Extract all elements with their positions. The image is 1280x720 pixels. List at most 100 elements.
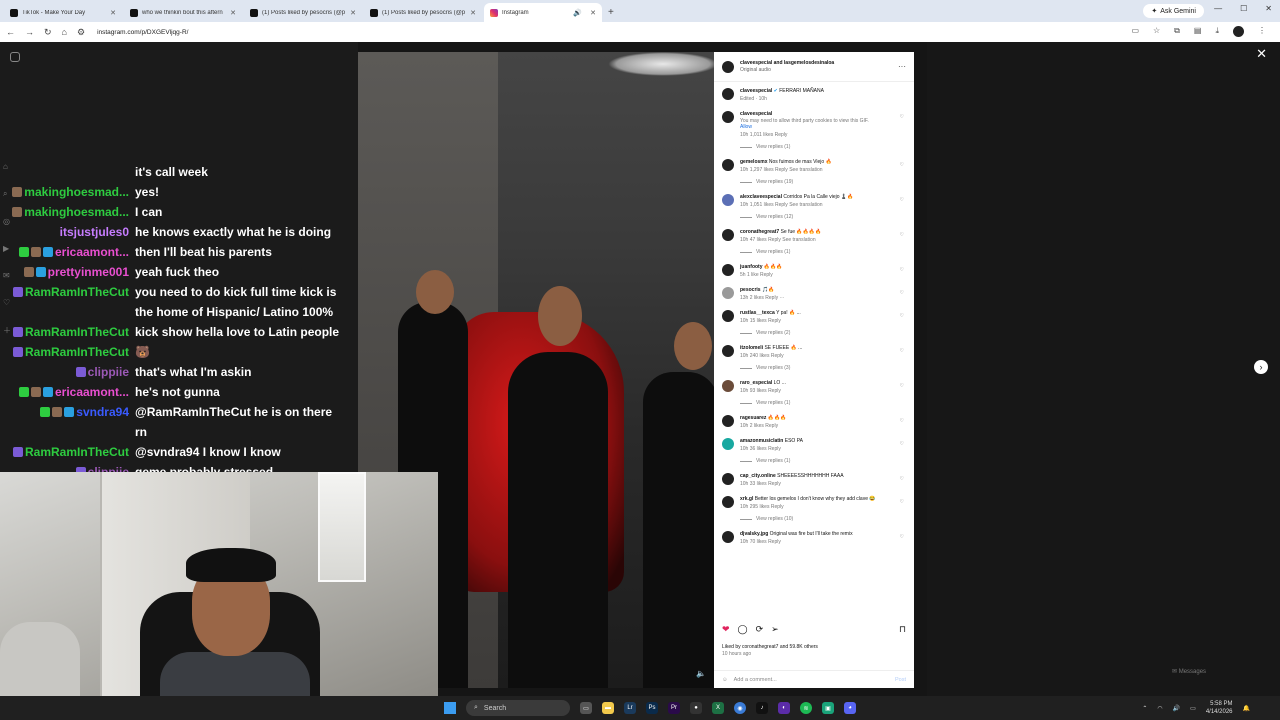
comment-meta[interactable]: 10h 295 likes Reply bbox=[740, 504, 906, 511]
next-post-icon[interactable]: › bbox=[1254, 360, 1268, 374]
tab-x-2[interactable]: (1) Posts liked by pesocris (@p ✕ bbox=[364, 3, 482, 22]
profile-avatar[interactable] bbox=[1233, 26, 1244, 37]
chat-username[interactable]: makinghoesmad... bbox=[0, 182, 135, 202]
commenter-name[interactable]: gemelosmx bbox=[740, 159, 768, 165]
comment-like-icon[interactable]: ♡ bbox=[900, 162, 904, 168]
view-replies-button[interactable]: View replies (12) bbox=[740, 214, 906, 220]
photoshop-icon[interactable]: Ps bbox=[646, 702, 658, 714]
commenter-avatar[interactable] bbox=[722, 310, 734, 322]
comment-like-icon[interactable]: ♡ bbox=[900, 232, 904, 238]
liked-by-text[interactable]: Liked by coronathegreat7 and 59.8K other… bbox=[722, 644, 906, 651]
commenter-avatar[interactable] bbox=[722, 496, 734, 508]
lightroom-icon[interactable]: Lr bbox=[624, 702, 636, 714]
tab-instagram[interactable]: Instagram 🔊 ✕ bbox=[484, 3, 602, 22]
task-view-icon[interactable]: ▭ bbox=[580, 702, 592, 714]
download-icon[interactable]: ⤓ bbox=[1215, 26, 1219, 37]
comment-meta[interactable]: 10h 70 likes Reply bbox=[740, 539, 906, 546]
view-replies-button[interactable]: View replies (1) bbox=[740, 249, 906, 255]
commenter-avatar[interactable] bbox=[722, 159, 734, 171]
ask-gemini-button[interactable]: ✦ Ask Gemini bbox=[1143, 4, 1204, 18]
close-tab-icon[interactable]: ✕ bbox=[470, 9, 476, 17]
comment-like-icon[interactable]: ♡ bbox=[900, 476, 904, 482]
caption-user[interactable]: claveespecial bbox=[740, 88, 772, 94]
instagram-logo-icon[interactable] bbox=[10, 52, 20, 62]
tab-tiktok-2[interactable]: who we thinkin bout this aftern ✕ bbox=[124, 3, 242, 22]
view-replies-button[interactable]: View replies (1) bbox=[740, 458, 906, 464]
comment-like-icon[interactable]: ♡ bbox=[900, 499, 904, 505]
premiere-icon[interactable]: Pr bbox=[668, 702, 680, 714]
volume-icon[interactable]: 🔊 bbox=[1173, 705, 1180, 712]
chat-username[interactable]: makinghoesmad... bbox=[0, 202, 135, 222]
commenter-name[interactable]: itzolomeli bbox=[740, 345, 763, 351]
sidebar-icon[interactable]: ▤ bbox=[1194, 26, 1202, 37]
view-replies-button[interactable]: View replies (19) bbox=[740, 179, 906, 185]
wifi-icon[interactable]: ◠ bbox=[1157, 705, 1162, 712]
commenter-name[interactable]: ragesuarez bbox=[740, 415, 766, 421]
commenter-name[interactable]: cap_city.online bbox=[740, 473, 776, 479]
comment-icon[interactable]: ◯ bbox=[738, 624, 748, 635]
extensions-icon[interactable]: ⧉ bbox=[1174, 26, 1180, 37]
comment-like-icon[interactable]: ♡ bbox=[900, 267, 904, 273]
author-avatar[interactable] bbox=[722, 60, 734, 73]
author-names[interactable]: claveespecial and lasgemelosdesinaloa bbox=[740, 60, 892, 67]
view-replies-button[interactable]: View replies (1) bbox=[740, 400, 906, 406]
commenter-avatar[interactable] bbox=[722, 473, 734, 485]
speaker-icon[interactable]: 🔊 bbox=[573, 9, 582, 17]
comment-like-icon[interactable]: ♡ bbox=[900, 534, 904, 540]
forward-icon[interactable]: → bbox=[25, 27, 34, 37]
chrome-icon[interactable]: ◉ bbox=[734, 702, 746, 714]
mute-icon[interactable]: 🔈 bbox=[696, 669, 706, 678]
commenter-avatar[interactable] bbox=[722, 229, 734, 241]
add-comment-input[interactable]: Add a comment... bbox=[734, 677, 777, 683]
chat-username[interactable]: clippiie bbox=[0, 362, 135, 382]
comment-meta[interactable]: 10h 15 likes Reply bbox=[740, 318, 906, 325]
close-window-icon[interactable]: ✕ bbox=[1265, 4, 1272, 13]
chat-username[interactable]: prettyinme001 bbox=[0, 262, 135, 282]
commenter-avatar[interactable] bbox=[722, 264, 734, 276]
like-heart-icon[interactable]: ❤ bbox=[722, 624, 730, 635]
chat-username[interactable]: ericaamont... bbox=[0, 382, 135, 402]
excel-icon[interactable]: X bbox=[712, 702, 724, 714]
notifications-icon[interactable]: 🔔 bbox=[1243, 705, 1250, 712]
view-replies-button[interactable]: View replies (10) bbox=[740, 516, 906, 522]
view-replies-button[interactable]: View replies (2) bbox=[740, 330, 906, 336]
tab-x-1[interactable]: (1) Posts liked by pesocris (@p ✕ bbox=[244, 3, 362, 22]
chat-username[interactable]: RamRamInTheCut bbox=[0, 342, 135, 362]
commenter-avatar[interactable] bbox=[722, 345, 734, 357]
close-tab-icon[interactable]: ✕ bbox=[110, 9, 116, 17]
windows-start-icon[interactable] bbox=[444, 702, 456, 714]
allow-cookies-link[interactable]: Allow bbox=[740, 124, 906, 131]
comment-meta[interactable]: 10h 2 likes Reply bbox=[740, 423, 906, 430]
commenter-name[interactable]: xrk.gl bbox=[740, 496, 753, 502]
comment-like-icon[interactable]: ♡ bbox=[900, 348, 904, 354]
comment-meta[interactable]: 10h 1,011 likes Reply bbox=[740, 132, 906, 139]
url-field[interactable]: instagram.com/p/DXGEVljqg-R/ bbox=[97, 29, 188, 36]
site-info-icon[interactable]: ⚙ bbox=[77, 27, 85, 38]
commenter-name[interactable]: amazonmusiclatin bbox=[740, 438, 783, 444]
emoji-icon[interactable]: ☺ bbox=[722, 677, 728, 683]
comment-meta[interactable]: 10h 33 likes Reply bbox=[740, 481, 906, 488]
commenter-avatar[interactable] bbox=[722, 531, 734, 543]
maximize-icon[interactable]: ☐ bbox=[1240, 4, 1247, 13]
close-tab-icon[interactable]: ✕ bbox=[350, 9, 356, 17]
comment-like-icon[interactable]: ♡ bbox=[900, 383, 904, 389]
chat-username[interactable]: itsjustjules0 bbox=[0, 222, 135, 242]
commenter-avatar[interactable] bbox=[722, 438, 734, 450]
menu-kebab-icon[interactable]: ⋮ bbox=[1258, 26, 1266, 37]
comment-like-icon[interactable]: ♡ bbox=[900, 418, 904, 424]
minimize-icon[interactable]: — bbox=[1214, 4, 1222, 13]
back-icon[interactable]: ← bbox=[6, 27, 15, 37]
comment-like-icon[interactable]: ♡ bbox=[900, 114, 904, 120]
clock[interactable]: 5:58 PM 4/14/2026 bbox=[1206, 700, 1233, 716]
discord-icon[interactable]: ◕ bbox=[844, 702, 856, 714]
view-replies-button[interactable]: View replies (3) bbox=[740, 365, 906, 371]
new-tab-button[interactable]: + bbox=[608, 7, 614, 18]
commenter-name[interactable]: coronathegreat7 bbox=[740, 229, 779, 235]
commenter-name[interactable]: pesocris bbox=[740, 287, 761, 293]
comment-meta[interactable]: 10h 1,051 likes Reply See translation bbox=[740, 202, 906, 209]
reload-icon[interactable]: ↻ bbox=[44, 27, 52, 38]
caption-avatar[interactable] bbox=[722, 88, 734, 100]
tray-chevron-icon[interactable]: ⌃ bbox=[1142, 705, 1147, 712]
chat-username[interactable]: svndra94 bbox=[0, 402, 135, 442]
comment-meta[interactable]: 10h 93 likes Reply bbox=[740, 388, 906, 395]
